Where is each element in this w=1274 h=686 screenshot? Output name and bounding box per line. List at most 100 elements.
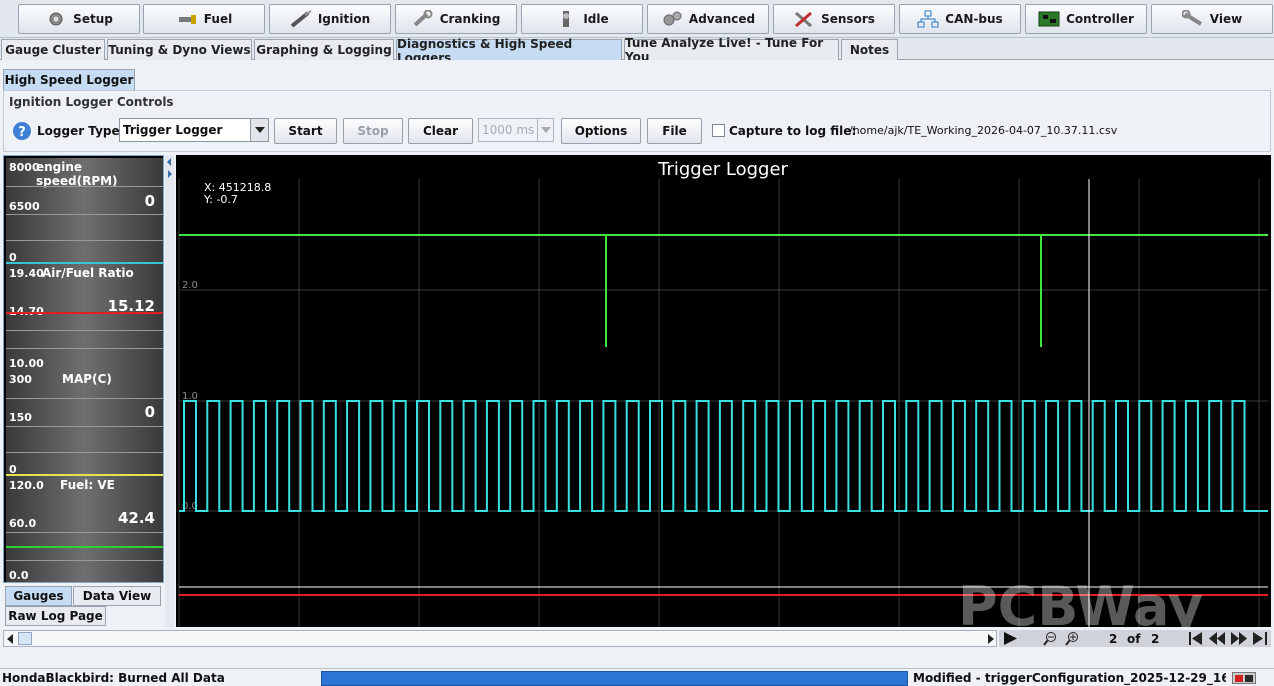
cranking-label: Cranking (439, 12, 501, 26)
can-bus-label: CAN-bus (945, 12, 1003, 26)
panel-splitter[interactable] (165, 155, 174, 627)
capture-path: /home/ajk/TE_Working_2026-04-07_10.37.11… (849, 124, 1118, 137)
gauge-mid: 150 (9, 411, 32, 424)
cam-signal-trace (179, 234, 1268, 347)
last-page-icon[interactable] (1253, 632, 1267, 645)
tab-notes[interactable]: Notes (841, 39, 898, 60)
trigger-logger-chart[interactable]: Trigger Logger X: 451218.8 Y: -0.7 2.0 1… (176, 155, 1271, 627)
first-page-icon[interactable] (1189, 632, 1203, 645)
tab-tune-analyze-live[interactable]: Tune Analyze Live! - Tune For You (624, 36, 839, 64)
wrench-view-icon (1181, 10, 1202, 26)
chevron-down-icon (537, 119, 553, 141)
main-toolbar: Setup Fuel Ignition Cranking Idle Advanc… (0, 0, 1274, 38)
interval-select[interactable]: 1000 ms (478, 118, 554, 142)
tab-diagnostics-loggers[interactable]: Diagnostics & High Speed Loggers (396, 37, 622, 65)
sensors-label: Sensors (821, 12, 875, 26)
scroll-right-icon[interactable] (987, 634, 995, 644)
wrench-icon (413, 10, 433, 27)
previous-page-icon[interactable] (1209, 632, 1225, 645)
gauge-air-fuel-ratio: 19.40 Air/Fuel Ratio 14.70 15.12 10.00 (6, 264, 163, 370)
gauge-value: 0 (144, 192, 155, 210)
play-icon[interactable] (1002, 632, 1018, 645)
gauge-value: 0 (144, 403, 155, 421)
chevron-down-icon (250, 119, 268, 141)
ignition-logger-controls: Ignition Logger Controls ? Logger Type: … (3, 90, 1271, 152)
fuel-label: Fuel (203, 12, 233, 26)
gauge-min: 10.00 (9, 357, 44, 370)
advanced-label: Advanced (688, 12, 756, 26)
help-icon[interactable]: ? (12, 121, 32, 141)
crank-signal-trace (179, 400, 1268, 512)
chart-title: Trigger Logger (657, 159, 788, 180)
idle-button[interactable]: Idle (521, 4, 643, 34)
tab-data-view[interactable]: Data View (73, 586, 161, 606)
gears-icon (663, 11, 682, 26)
svg-text:?: ? (18, 125, 26, 140)
gauge-max: 300 (9, 373, 32, 386)
tab-gauge-cluster[interactable]: Gauge Cluster (1, 39, 105, 60)
sensors-button[interactable]: Sensors (773, 4, 895, 34)
controller-label: Controller (1066, 12, 1134, 26)
zoom-out-icon[interactable] (1043, 631, 1057, 646)
tab-high-speed-logger[interactable]: High Speed Logger (3, 69, 135, 90)
status-left-text: HondaBlackbird: Burned All Data (2, 671, 225, 685)
scroll-left-icon[interactable] (6, 634, 14, 644)
fuel-button[interactable]: Fuel (143, 4, 265, 34)
y-tick-label: 2.0 (182, 280, 198, 291)
page-of: of (1127, 632, 1141, 646)
chart-svg: Trigger Logger X: 451218.8 Y: -0.7 2.0 1… (178, 159, 1268, 627)
logger-subtabs: High Speed Logger (0, 60, 1274, 90)
view-button[interactable]: View (1151, 4, 1273, 34)
idle-label: Idle (583, 12, 609, 26)
total-pages: 2 (1151, 632, 1160, 646)
gauge-title: engine speed(RPM) (36, 160, 118, 188)
gauge-min: 0.0 (9, 569, 29, 582)
status-right-text: Modified - triggerConfiguration_2025-12-… (913, 671, 1226, 685)
file-button[interactable]: File (647, 118, 702, 144)
gauge-title: Fuel: VE (60, 478, 115, 492)
gauge-max: 120.0 (9, 479, 44, 492)
can-bus-button[interactable]: CAN-bus (899, 4, 1021, 34)
network-icon (917, 10, 939, 28)
gauge-mid: 60.0 (9, 517, 37, 530)
progress-bar (321, 671, 908, 686)
setup-button[interactable]: Setup (18, 4, 140, 34)
spark-plug-icon (290, 10, 312, 28)
logger-type-label: Logger Type: (37, 124, 125, 138)
scroll-thumb[interactable] (18, 632, 32, 645)
start-button[interactable]: Start (274, 118, 337, 144)
logger-type-select[interactable]: Trigger Logger (119, 118, 269, 142)
advanced-button[interactable]: Advanced (647, 4, 769, 34)
tab-gauges[interactable]: Gauges (5, 586, 72, 606)
controls-legend: Ignition Logger Controls (9, 95, 174, 109)
gauge-engine-speed: 8000 engine speed(RPM) 6500 0 0 (6, 158, 163, 264)
tab-raw-log-page[interactable]: Raw Log Page (5, 606, 106, 626)
clear-button[interactable]: Clear (408, 118, 473, 144)
stop-button[interactable]: Stop (343, 118, 403, 144)
gauge-title: MAP(C) (62, 372, 112, 386)
gauge-panel: 8000 engine speed(RPM) 6500 0 0 19.40 Ai… (3, 155, 164, 583)
fuel-injector-icon (178, 15, 196, 24)
controller-button[interactable]: Controller (1025, 4, 1147, 34)
options-button[interactable]: Options (561, 118, 641, 144)
next-page-icon[interactable] (1231, 632, 1247, 645)
setup-label: Setup (73, 12, 113, 26)
tab-graphing-logging[interactable]: Graphing & Logging (254, 39, 394, 60)
gauge-mid: 6500 (9, 200, 40, 213)
gauge-map: 300 MAP(C) 150 0 0 (6, 370, 163, 476)
capture-checkbox[interactable] (712, 124, 725, 137)
circuit-board-icon (1038, 11, 1060, 27)
interval-value: 1000 ms (482, 123, 535, 137)
ignition-button[interactable]: Ignition (269, 4, 391, 34)
cranking-button[interactable]: Cranking (395, 4, 517, 34)
tab-tuning-dyno-views[interactable]: Tuning & Dyno Views (107, 39, 252, 60)
gauge-indicator (6, 546, 163, 548)
chart-scrollbar[interactable] (3, 630, 997, 647)
zoom-in-icon[interactable] (1065, 631, 1079, 646)
logger-type-value: Trigger Logger (123, 123, 223, 137)
tools-icon (795, 11, 813, 28)
pcbway-watermark: PCBWay (958, 575, 1203, 627)
cursor-y-readout: Y: -0.7 (203, 193, 238, 206)
ignition-label: Ignition (317, 12, 371, 26)
gauge-title: Air/Fuel Ratio (42, 266, 134, 280)
